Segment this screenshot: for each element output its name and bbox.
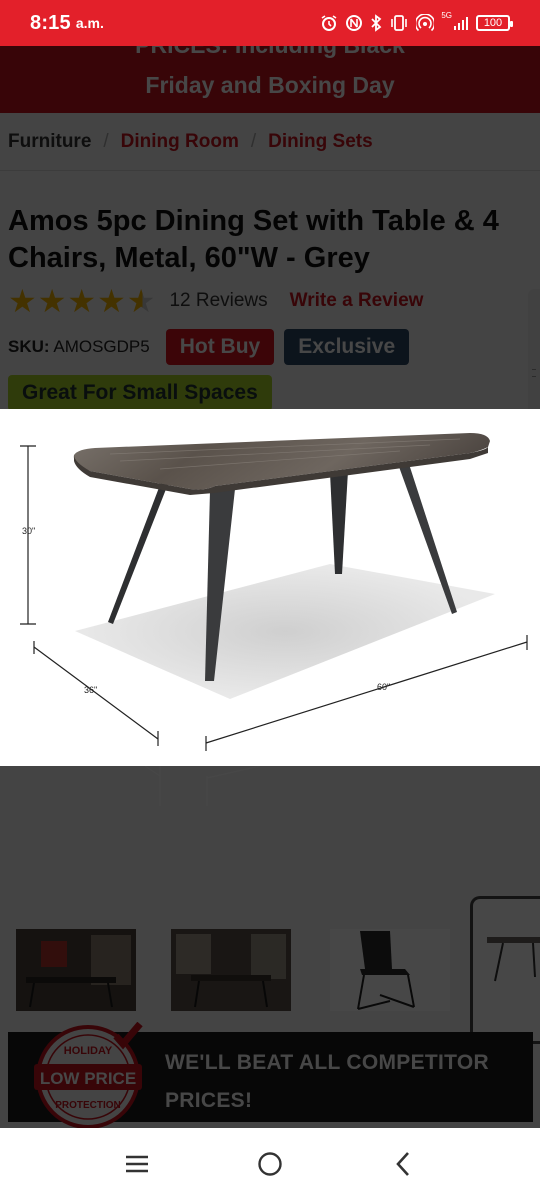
- reviews-count-link[interactable]: 12 Reviews: [169, 290, 267, 312]
- thumbnail-strip: [0, 884, 540, 1044]
- star-icon: ★: [97, 283, 126, 319]
- sku-value: AMOSGDP5: [53, 337, 150, 356]
- hotspot-icon: [416, 14, 435, 32]
- promo-line-2: Friday and Boxing Day: [145, 72, 395, 98]
- signal-icon: [453, 15, 469, 31]
- promo-banner[interactable]: PRICES: Including Black Friday and Boxin…: [0, 46, 540, 113]
- hot-buy-badge: Hot Buy: [165, 329, 275, 365]
- sku: SKU: AMOSGDP5: [8, 337, 150, 357]
- alarm-icon: [320, 14, 338, 32]
- product-title: Amos 5pc Dining Set with Table & 4 Chair…: [8, 205, 499, 274]
- system-nav-bar: [0, 1128, 540, 1200]
- rating-row: ★ ★ ★ ★ ★ 12 Reviews Write a Review: [0, 277, 540, 317]
- half-star-icon: ★: [126, 283, 156, 319]
- sku-label: SKU:: [8, 337, 50, 356]
- back-icon: [396, 1152, 410, 1176]
- write-review-link[interactable]: Write a Review: [290, 290, 424, 312]
- scroll-grip-icon: [532, 369, 536, 377]
- price-beat-line-2: PRICES!: [165, 1089, 253, 1112]
- price-beat-text: WE'LL BEAT ALL COMPETITOR PRICES!: [165, 1044, 489, 1120]
- battery-indicator: 100: [476, 15, 513, 31]
- star-rating[interactable]: ★ ★ ★ ★ ★: [8, 285, 155, 317]
- status-bar: 8:15 a.m. 5G 100: [0, 0, 540, 46]
- price-beat-line-1: WE'LL BEAT ALL COMPETITOR: [165, 1051, 489, 1074]
- screen: 8:15 a.m. 5G 100 Friday and Boxing Day F…: [0, 0, 540, 1200]
- zoomed-product-image[interactable]: 30" 36" 60": [0, 409, 540, 766]
- status-time: 8:15: [30, 11, 71, 34]
- breadcrumb-separator: /: [103, 130, 109, 152]
- nfc-icon: [345, 14, 363, 32]
- breadcrumb-dining-room[interactable]: Dining Room: [121, 131, 239, 153]
- background-image-fragment: [144, 766, 261, 806]
- breadcrumb-separator: /: [250, 130, 257, 152]
- exclusive-badge: Exclusive: [284, 329, 410, 365]
- network-type: 5G: [441, 10, 452, 20]
- badge-bottom-text: PROTECTION: [55, 1100, 121, 1111]
- back-button[interactable]: [373, 1134, 433, 1194]
- height-label: 30": [22, 526, 35, 536]
- status-ampm: a.m.: [75, 15, 104, 31]
- breadcrumb-dining-sets[interactable]: Dining Sets: [268, 131, 373, 153]
- small-spaces-badge: Great For Small Spaces: [8, 375, 272, 411]
- width-label: 60": [377, 682, 390, 692]
- breadcrumb: Furniture / Dining Room / Dining Sets: [0, 113, 540, 171]
- table-dimension-drawing: 30" 36" 60": [20, 433, 528, 751]
- star-icon: ★: [8, 283, 37, 319]
- depth-label: 36": [84, 685, 97, 695]
- thumbnail-chair[interactable]: [330, 929, 450, 1011]
- star-icon: ★: [37, 283, 67, 319]
- thumbnail-room-scene-1[interactable]: [16, 929, 136, 1011]
- promo-line-1: PRICES: Including Black: [0, 46, 540, 59]
- breadcrumb-furniture[interactable]: Furniture: [8, 131, 91, 153]
- badge-top-text: HOLIDAY: [64, 1045, 113, 1057]
- star-icon: ★: [67, 283, 97, 319]
- status-icons: 5G 100: [320, 10, 513, 32]
- thumbnail-room-scene-2[interactable]: [171, 929, 291, 1011]
- bluetooth-icon: [370, 14, 382, 32]
- thumbnail-table-selected[interactable]: [470, 896, 540, 1044]
- badge-middle-text: LOW PRICE: [40, 1069, 136, 1088]
- home-button[interactable]: [240, 1134, 300, 1194]
- recents-button[interactable]: [107, 1134, 167, 1194]
- home-icon: [258, 1152, 282, 1176]
- price-beat-banner[interactable]: HOLIDAY LOW PRICE PROTECTION WE'LL BEAT …: [8, 1022, 533, 1128]
- vibrate-icon: [389, 15, 409, 31]
- recents-icon: [125, 1155, 148, 1173]
- sku-row: SKU: AMOSGDP5 Hot Buy Exclusive: [0, 317, 540, 365]
- low-price-protection-badge: HOLIDAY LOW PRICE PROTECTION: [34, 1022, 143, 1128]
